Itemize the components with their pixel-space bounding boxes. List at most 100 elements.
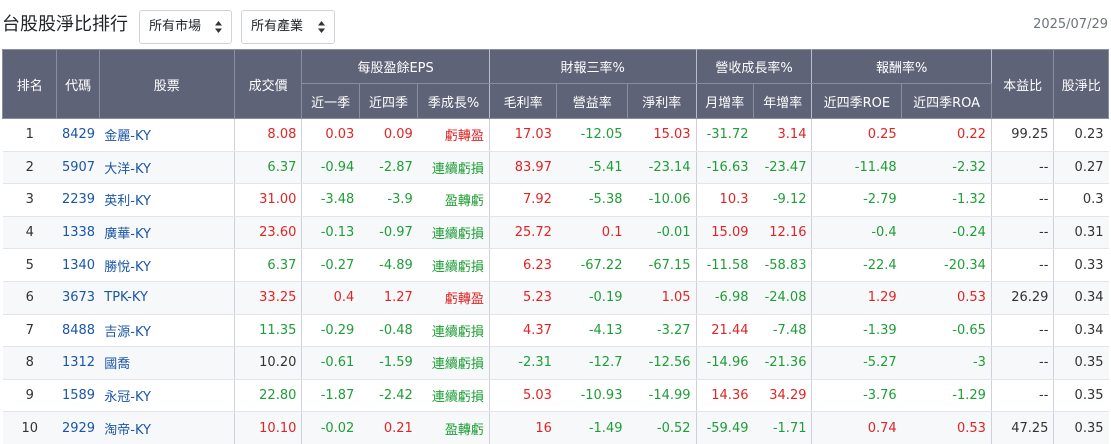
- table-row[interactable]: 4 1338 廣華-KY 23.60 -0.13 -0.97 連續虧損 25.72 0.1 -0.…: [2, 216, 1109, 250]
- header-yoy[interactable]: 年增率: [752, 83, 813, 119]
- code-link[interactable]: 8488: [56, 314, 100, 348]
- rank-cell: 3: [2, 183, 57, 217]
- stock-name-link[interactable]: 國喬: [99, 346, 235, 380]
- eps-growth-cell: 連續虧損: [417, 216, 490, 250]
- pb-cell: 0.31: [1053, 216, 1109, 250]
- roa-cell: -0.65: [901, 314, 992, 348]
- price-cell: 10.10: [234, 411, 303, 444]
- pb-cell: 0.3: [1053, 183, 1109, 217]
- stock-name-link[interactable]: 廣華-KY: [99, 216, 235, 250]
- eps-q-cell: 0.03: [301, 118, 360, 152]
- eps-q-cell: -1.87: [301, 379, 360, 413]
- table-row[interactable]: 5 1340 勝悅-KY 6.37 -0.27 -4.89 連續虧損 6.23 -67.22 -6…: [2, 248, 1109, 282]
- table-row[interactable]: 7 8488 吉源-KY 11.35 -0.29 -0.48 連續虧損 4.37 -4.13 -3…: [2, 314, 1109, 348]
- roa-cell: 0.53: [901, 281, 992, 315]
- mom-cell: -14.96: [696, 346, 754, 380]
- header-pb[interactable]: 股淨比: [1053, 49, 1109, 119]
- stock-name-link[interactable]: TPK-KY: [99, 281, 235, 315]
- roa-cell: -20.34: [901, 248, 992, 282]
- roe-cell: -2.79: [811, 183, 902, 217]
- pe-cell: --: [991, 346, 1055, 380]
- header-pe[interactable]: 本益比: [990, 49, 1055, 119]
- stock-name-link[interactable]: 吉源-KY: [99, 314, 235, 348]
- code-link[interactable]: 3673: [56, 281, 100, 315]
- code-link[interactable]: 1312: [56, 346, 100, 380]
- code-link[interactable]: 5907: [56, 151, 100, 185]
- pb-cell: 0.23: [1053, 118, 1109, 152]
- net-margin-cell: 1.05: [627, 281, 697, 315]
- table-row[interactable]: 2 5907 大洋-KY 6.37 -0.94 -2.87 連續虧損 83.97 -5.41 -2…: [2, 151, 1109, 185]
- gross-margin-cell: 83.97: [489, 151, 557, 185]
- roe-cell: -11.48: [811, 151, 902, 185]
- eps-growth-cell: 虧轉盈: [417, 118, 490, 152]
- pe-cell: --: [991, 314, 1055, 348]
- eps-4q-cell: -4.89: [359, 248, 418, 282]
- table-row[interactable]: 8 1312 國喬 10.20 -0.61 -1.59 連續虧損 -2.31 -12.7 -12.…: [2, 346, 1109, 380]
- operating-margin-cell: -5.38: [556, 183, 628, 217]
- roe-cell: -1.39: [811, 314, 902, 348]
- header-mom[interactable]: 月增率: [695, 83, 755, 119]
- header-price[interactable]: 成交價: [233, 49, 303, 119]
- net-margin-cell: -67.15: [627, 248, 697, 282]
- pe-cell: --: [991, 216, 1055, 250]
- pb-cell: 0.34: [1053, 281, 1109, 315]
- operating-margin-cell: -10.93: [556, 379, 628, 413]
- eps-q-cell: -3.48: [301, 183, 360, 217]
- stock-name-link[interactable]: 大洋-KY: [99, 151, 235, 185]
- header-eps-4q[interactable]: 近四季: [358, 83, 419, 119]
- table-row[interactable]: 6 3673 TPK-KY 33.25 0.4 1.27 虧轉盈 5.23 -0.19 1.05-…: [2, 281, 1109, 315]
- price-cell: 10.20: [234, 346, 303, 380]
- table-row[interactable]: 10 2929 淘帝-KY 10.10 -0.02 0.21 盈轉虧 16 -1.49 -0.52…: [2, 411, 1109, 444]
- page-title: 台股股淨比排行: [2, 14, 128, 35]
- market-select[interactable]: 所有市場: [139, 10, 232, 44]
- price-cell: 23.60: [234, 216, 303, 250]
- header-gross-margin[interactable]: 毛利率: [488, 83, 558, 119]
- header-code[interactable]: 代碼: [56, 49, 100, 119]
- mom-cell: 21.44: [696, 314, 754, 348]
- price-cell: 31.00: [234, 183, 303, 217]
- stock-name-link[interactable]: 金麗-KY: [99, 118, 235, 152]
- stock-name-link[interactable]: 英利-KY: [99, 183, 235, 217]
- header-eps-q[interactable]: 近一季: [301, 83, 360, 119]
- header-operating-margin[interactable]: 營益率: [556, 83, 628, 119]
- table-row[interactable]: 9 1589 永冠-KY 22.80 -1.87 -2.42 連續虧損 5.03 -10.93-…: [2, 379, 1109, 413]
- net-margin-cell: -12.56: [627, 346, 697, 380]
- yoy-cell: 34.29: [753, 379, 813, 413]
- pe-cell: --: [991, 151, 1055, 185]
- code-link[interactable]: 2239: [56, 183, 100, 217]
- net-margin-cell: -14.99: [627, 379, 697, 413]
- eps-q-cell: 0.4: [301, 281, 360, 315]
- industry-select[interactable]: 所有產業: [241, 10, 335, 44]
- header-group-return: 報酬率%: [811, 49, 992, 84]
- eps-growth-cell: 連續虧損: [417, 248, 490, 282]
- header-roa[interactable]: 近四季ROA: [901, 83, 992, 119]
- eps-growth-cell: 連續虧損: [417, 314, 490, 348]
- header-eps-growth[interactable]: 季成長%: [417, 83, 490, 119]
- roa-cell: -1.32: [901, 183, 992, 217]
- operating-margin-cell: -12.05: [556, 118, 628, 152]
- operating-margin-cell: 0.1: [556, 216, 628, 250]
- code-link[interactable]: 1338: [56, 216, 100, 250]
- code-link[interactable]: 8429: [56, 118, 100, 152]
- code-link[interactable]: 1340: [56, 248, 100, 282]
- gross-margin-cell: 6.23: [489, 248, 557, 282]
- table-row[interactable]: 3 2239 英利-KY 31.00 -3.48 -3.9 盈轉虧 7.92 -5.38 -10.…: [2, 183, 1109, 217]
- stock-name-link[interactable]: 淘帝-KY: [99, 411, 235, 444]
- header-rank[interactable]: 排名: [1, 49, 58, 119]
- price-cell: 8.08: [234, 118, 303, 152]
- top-bar: 台股股淨比排行 所有市場 所有產業 2025/07/29: [0, 0, 1111, 46]
- table-row[interactable]: 1 8429 金麗-KY 8.08 0.03 0.09 虧轉盈 17.03 -12.05 15.0…: [2, 118, 1109, 152]
- operating-margin-cell: -4.13: [556, 314, 628, 348]
- header-stock[interactable]: 股票: [98, 49, 235, 119]
- industry-select-value: 所有產業: [251, 19, 304, 34]
- stock-name-link[interactable]: 勝悅-KY: [99, 248, 235, 282]
- code-link[interactable]: 2929: [56, 411, 100, 444]
- header-net-margin[interactable]: 淨利率: [626, 83, 697, 119]
- header-roe[interactable]: 近四季ROE: [811, 83, 903, 119]
- operating-margin-cell: -0.19: [556, 281, 628, 315]
- code-link[interactable]: 1589: [56, 379, 100, 413]
- roa-cell: 0.53: [901, 411, 992, 444]
- stock-name-link[interactable]: 永冠-KY: [99, 379, 235, 413]
- roe-cell: -22.4: [811, 248, 902, 282]
- eps-q-cell: -0.02: [301, 411, 360, 444]
